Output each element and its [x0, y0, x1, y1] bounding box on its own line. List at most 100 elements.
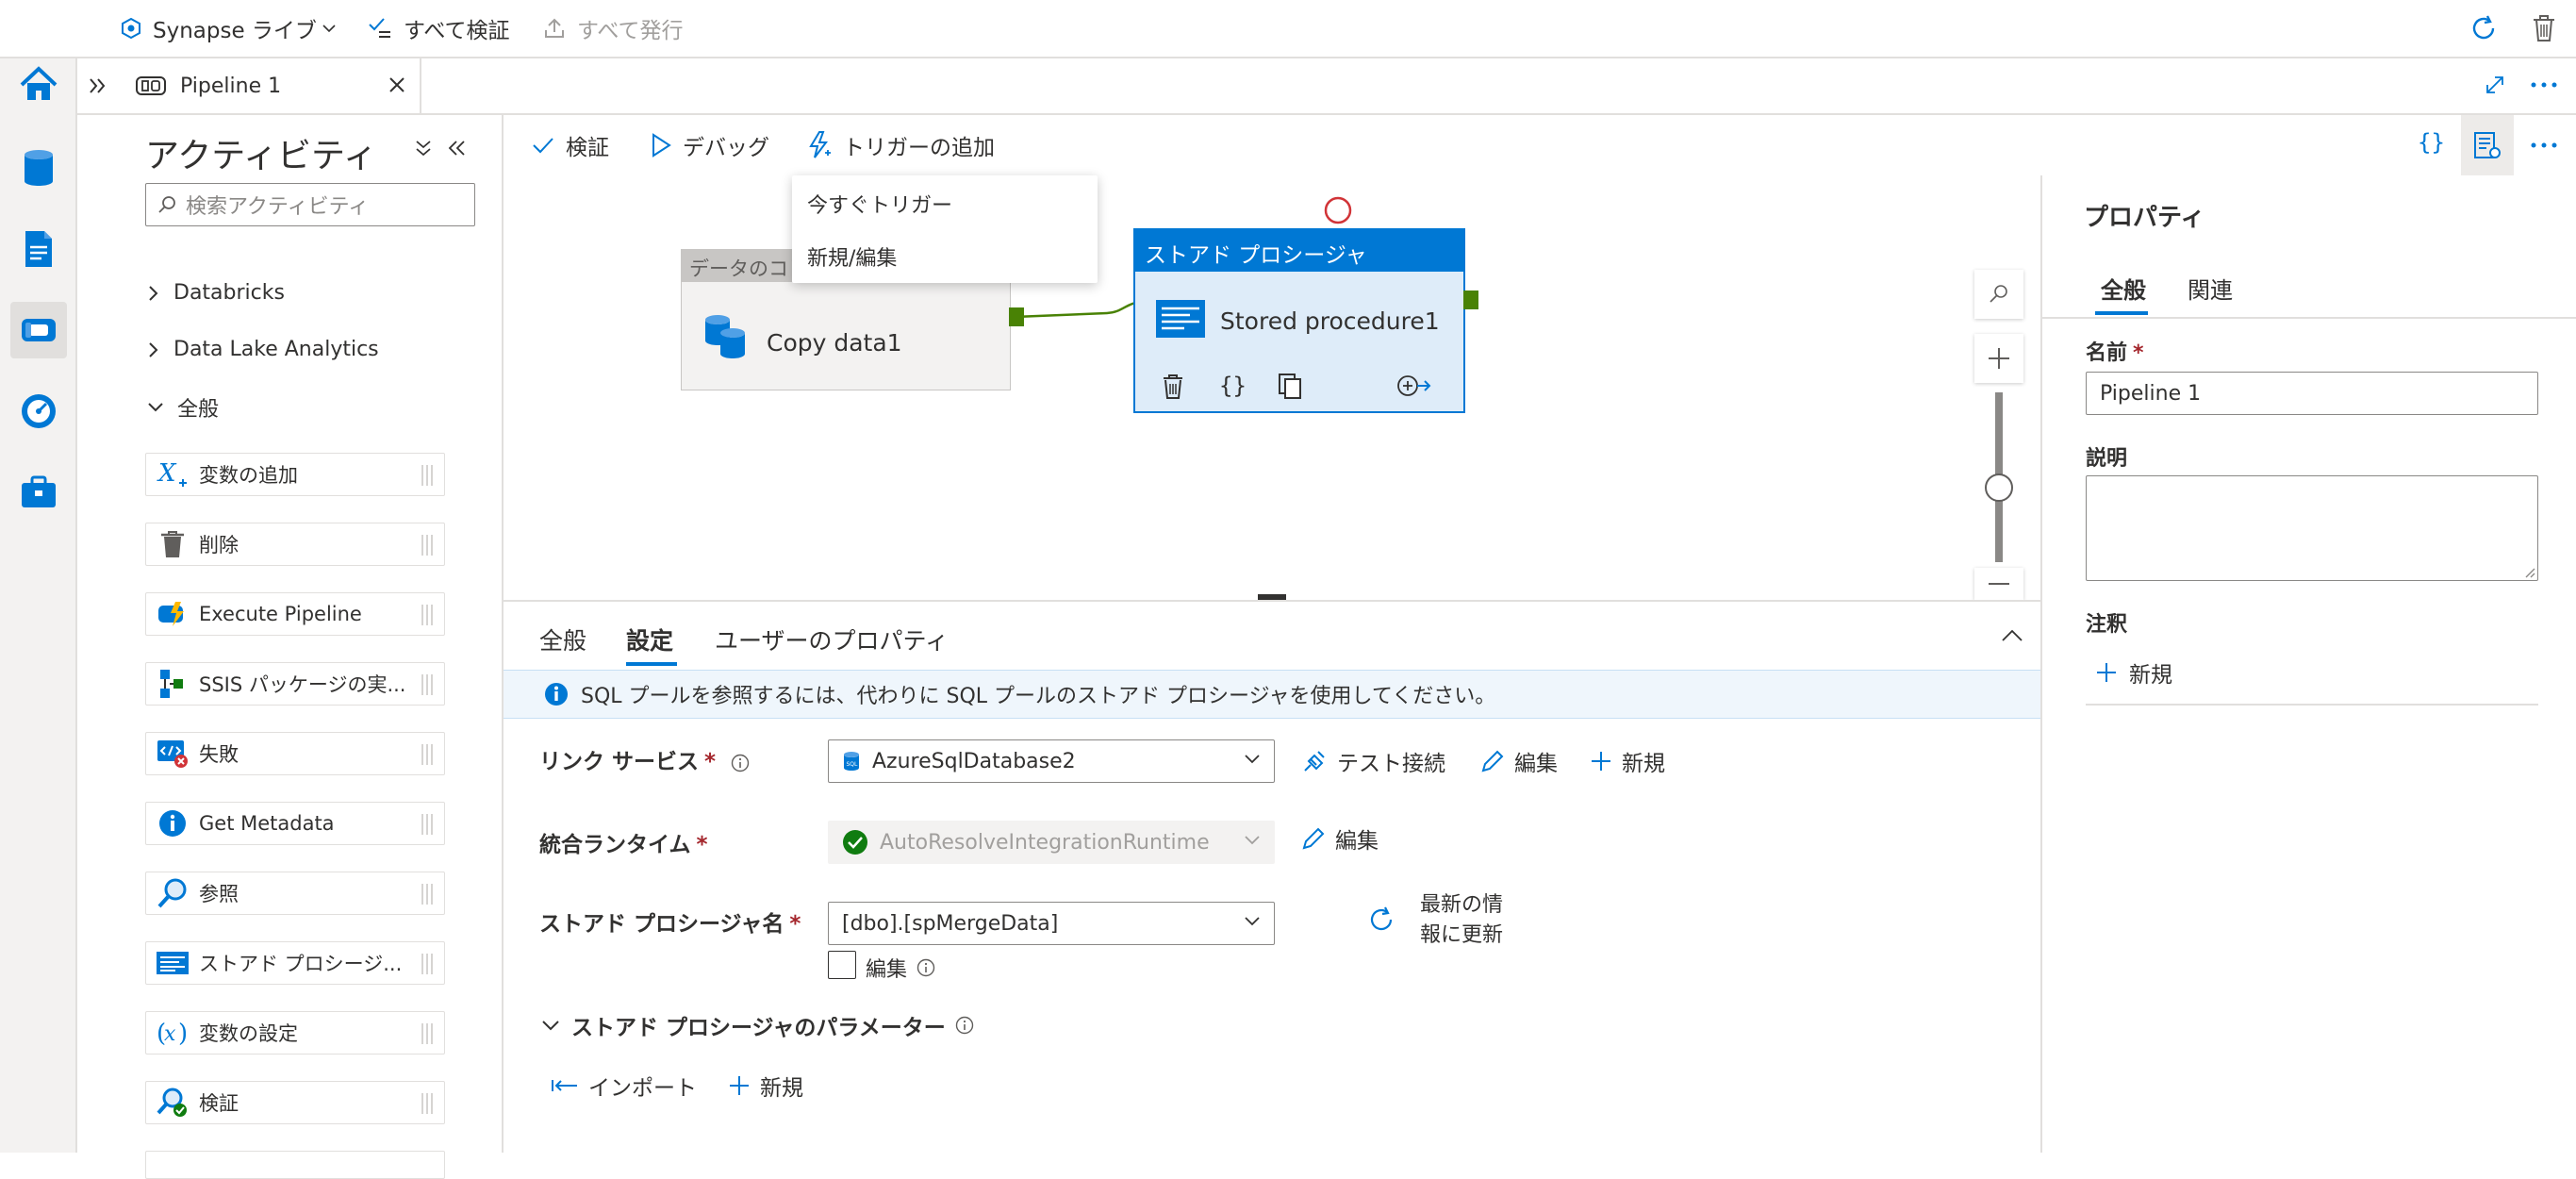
drag-handle-icon[interactable] — [420, 1091, 435, 1116]
activity-stored-procedure[interactable]: ストアド プロシージ... — [145, 941, 445, 985]
refresh-icon[interactable] — [1365, 904, 1397, 936]
tab-properties-general[interactable]: 全般 — [2101, 272, 2146, 305]
linked-service-label: リンク サービス * — [539, 743, 750, 775]
stored-procedure-node[interactable]: ストアド プロシージャ Stored procedure1 {} — [1133, 228, 1465, 413]
activity-validation[interactable]: 検証 — [145, 1081, 445, 1124]
info-message-text: SQL プールを参照するには、代わりに SQL プールのストアド プロシージャを… — [581, 685, 1496, 708]
activity-execute-pipeline[interactable]: Execute Pipeline — [145, 592, 445, 636]
code-icon[interactable]: {} — [1218, 372, 1247, 400]
activity-get-metadata[interactable]: Get Metadata — [145, 802, 445, 845]
close-icon[interactable] — [388, 75, 406, 94]
drag-handle-icon[interactable] — [420, 1021, 435, 1046]
zoom-slider-thumb[interactable] — [1985, 473, 2013, 502]
monitor-icon[interactable] — [10, 383, 67, 440]
activity-next-partial[interactable] — [145, 1151, 445, 1179]
info-circle-icon[interactable] — [916, 958, 935, 977]
canvas-search-button[interactable] — [1974, 270, 2023, 319]
activity-append-variable[interactable]: X 変数の追加 — [145, 453, 445, 496]
drag-handle-icon[interactable] — [420, 533, 435, 557]
pipeline-canvas[interactable]: データのコピー Copy data1 ストアド プロシージャ Stored pr… — [504, 175, 2040, 600]
more-options-icon[interactable] — [2529, 74, 2559, 96]
trash-icon — [156, 527, 190, 561]
edit-checkbox[interactable] — [828, 951, 856, 979]
refresh-label-line1: 最新の情 — [1420, 893, 1504, 917]
sp-parameters-toggle[interactable]: ストアド プロシージャのパラメーター — [541, 1009, 974, 1041]
new-parameter-button[interactable]: 新規 — [728, 1070, 803, 1102]
group-data-lake-analytics[interactable]: Data Lake Analytics — [147, 338, 379, 361]
test-connection-button[interactable]: テスト接続 — [1301, 745, 1445, 777]
drag-handle-icon[interactable] — [420, 812, 435, 837]
workspace-mode-dropdown[interactable]: Synapse ライブ — [121, 9, 336, 47]
edit-runtime-button[interactable]: 編集 — [1301, 822, 1379, 855]
collapse-panel-icon[interactable] — [447, 138, 468, 158]
add-output-icon[interactable] — [1395, 374, 1433, 398]
stored-procedure-success-port[interactable] — [1463, 291, 1478, 309]
runtime-value: AutoResolveIntegrationRuntime — [880, 830, 1210, 855]
data-icon[interactable] — [10, 140, 67, 196]
activity-fail[interactable]: 失敗 — [145, 732, 445, 775]
pipeline-name-input[interactable]: Pipeline 1 — [2086, 372, 2538, 415]
import-parameters-button[interactable]: インポート — [551, 1070, 697, 1102]
info-circle-icon[interactable] — [955, 1016, 974, 1035]
tab-settings[interactable]: 設定 — [626, 623, 673, 656]
new-linked-service-button[interactable]: 新規 — [1590, 745, 1665, 777]
refresh-button[interactable]: 最新の情 報に更新 — [1420, 890, 1503, 951]
resize-grip-icon[interactable] — [2522, 565, 2535, 578]
add-trigger-button[interactable]: トリガーの追加 — [807, 126, 995, 164]
clone-icon[interactable] — [1277, 372, 1303, 400]
more-options-icon[interactable] — [2529, 134, 2559, 157]
integrate-icon[interactable] — [10, 302, 67, 358]
chevron-down-icon — [541, 1019, 560, 1032]
activity-ssis-package[interactable]: SSIS パッケージの実... — [145, 662, 445, 706]
manage-icon[interactable] — [10, 464, 67, 521]
activity-set-variable[interactable]: (x) 変数の設定 — [145, 1011, 445, 1054]
home-icon[interactable] — [10, 57, 67, 113]
debug-button[interactable]: デバッグ — [651, 126, 769, 164]
zoom-out-button[interactable] — [1974, 568, 2023, 600]
sp-name-dropdown[interactable]: [dbo].[spMergeData] — [828, 902, 1275, 945]
tab-user-properties[interactable]: ユーザーのプロパティ — [715, 623, 949, 656]
description-textarea[interactable] — [2086, 475, 2538, 581]
publish-icon — [543, 17, 566, 40]
trigger-now-menu-item[interactable]: 今すぐトリガー — [807, 189, 952, 219]
refresh-icon[interactable] — [2469, 13, 2499, 43]
publish-all-button[interactable]: すべて発行 — [543, 9, 683, 47]
drag-handle-icon[interactable] — [420, 673, 435, 697]
delete-node-icon[interactable] — [1162, 374, 1184, 400]
drag-handle-icon[interactable] — [420, 882, 435, 906]
new-edit-menu-item[interactable]: 新規/編集 — [807, 241, 897, 272]
tab-bar: Pipeline 1 — [77, 58, 2576, 115]
drag-handle-icon[interactable] — [420, 742, 435, 767]
validate-button[interactable]: 検証 — [532, 126, 609, 164]
activity-delete[interactable]: 削除 — [145, 523, 445, 566]
edit-linked-service-button[interactable]: 編集 — [1480, 745, 1558, 777]
sp-name-value: [dbo].[spMergeData] — [842, 911, 1059, 936]
copy-data-success-port[interactable] — [1009, 307, 1024, 326]
zoom-in-button[interactable] — [1974, 334, 2023, 383]
validate-all-button[interactable]: すべて検証 — [368, 9, 509, 47]
linked-service-dropdown[interactable]: SQL AzureSqlDatabase2 — [828, 739, 1275, 783]
drag-handle-icon[interactable] — [420, 952, 435, 976]
drag-handle-icon[interactable] — [420, 603, 435, 627]
collapse-panel-icon[interactable] — [2001, 628, 2023, 643]
develop-icon[interactable] — [10, 221, 67, 277]
properties-toggle[interactable] — [2461, 115, 2514, 175]
activity-lookup[interactable]: 参照 — [145, 872, 445, 915]
runtime-dropdown[interactable]: AutoResolveIntegrationRuntime — [828, 821, 1275, 864]
trigger-menu: 今すぐトリガー 新規/編集 — [792, 175, 1098, 283]
collapse-resources-icon[interactable] — [87, 75, 107, 96]
group-databricks[interactable]: Databricks — [147, 281, 285, 305]
new-annotation-button[interactable]: 新規 — [2095, 656, 2172, 689]
maximize-icon[interactable] — [2484, 74, 2506, 96]
tab-general[interactable]: 全般 — [539, 623, 586, 656]
group-general[interactable]: 全般 — [147, 392, 219, 423]
description-label: 説明 — [2086, 447, 2128, 471]
code-icon[interactable]: {} — [2416, 128, 2444, 157]
tab-pipeline-1[interactable]: Pipeline 1 — [120, 58, 421, 113]
tab-properties-related[interactable]: 関連 — [2188, 272, 2233, 305]
discard-icon[interactable] — [2531, 13, 2557, 43]
info-circle-icon[interactable] — [731, 754, 750, 772]
collapse-all-icon[interactable] — [413, 138, 434, 158]
drag-handle-icon[interactable] — [420, 463, 435, 488]
search-activities-input[interactable]: 検索アクティビティ — [145, 183, 475, 226]
